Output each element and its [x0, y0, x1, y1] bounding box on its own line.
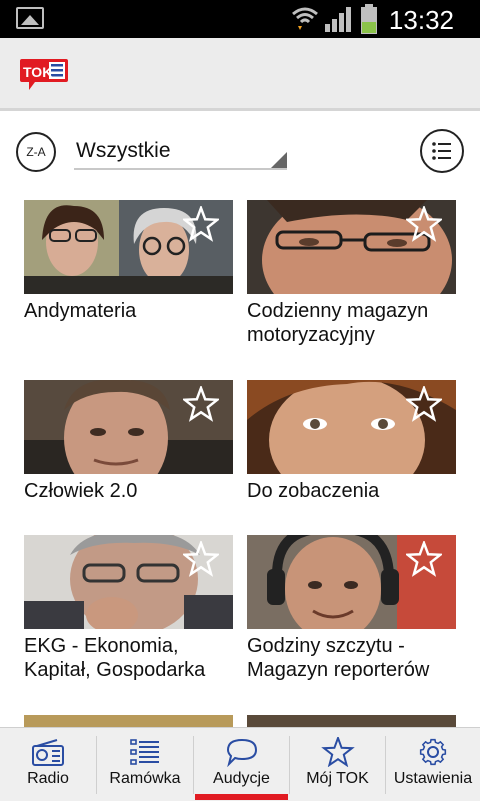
- logo-text: TOK: [23, 64, 52, 80]
- list-view-button[interactable]: [420, 129, 464, 173]
- favorite-star-icon[interactable]: [406, 386, 442, 422]
- gear-icon: [419, 738, 447, 766]
- program-card[interactable]: Codzienny magazyn motoryzacyjny: [247, 200, 456, 347]
- list-icon: [432, 142, 451, 160]
- bottom-navigation: Radio Ramówka Audycje Mój TOK Ustawienia: [0, 727, 480, 801]
- program-thumbnail: [24, 715, 233, 727]
- program-card[interactable]: Do zobaczenia: [247, 380, 456, 503]
- favorite-star-icon[interactable]: [406, 541, 442, 577]
- star-icon: [320, 737, 355, 767]
- favorite-star-icon[interactable]: [183, 386, 219, 422]
- program-card[interactable]: Andymateria: [24, 200, 233, 323]
- program-title: EKG - Ekonomia, Kapitał, Gospodarka: [24, 635, 206, 681]
- active-tab-indicator: [195, 794, 288, 800]
- program-card[interactable]: Godziny szczytu - Magazyn reporterów: [247, 535, 456, 682]
- program-card[interactable]: Człowiek 2.0: [24, 380, 233, 503]
- favorite-star-icon[interactable]: [183, 206, 219, 242]
- program-title: Codzienny magazyn motoryzacyjny: [247, 300, 429, 346]
- radio-icon: [32, 739, 64, 766]
- nav-item-ramowka[interactable]: Ramówka: [97, 728, 193, 801]
- signal-icon: [325, 7, 351, 32]
- tok-logo-icon[interactable]: TOK: [19, 56, 69, 92]
- program-title: Człowiek 2.0: [24, 480, 138, 502]
- nav-label: Audycje: [213, 770, 270, 787]
- battery-icon: [361, 4, 377, 34]
- program-title: Andymateria: [24, 300, 137, 322]
- dropdown-arrow-icon: [271, 152, 287, 168]
- wifi-icon: [292, 7, 318, 30]
- favorite-star-icon[interactable]: [183, 541, 219, 577]
- nav-label: Ramówka: [109, 770, 181, 787]
- program-title: Do zobaczenia: [247, 480, 380, 502]
- filter-bar: Z-A Wszystkie: [0, 111, 480, 197]
- program-card[interactable]: [247, 715, 456, 727]
- status-bar: 13:32: [0, 0, 480, 38]
- speech-bubble-icon: [226, 738, 257, 767]
- app-bar: TOK: [0, 38, 480, 111]
- schedule-list-icon: [130, 739, 159, 765]
- sort-button[interactable]: Z-A: [16, 132, 56, 172]
- nav-item-audycje[interactable]: Audycje: [194, 728, 289, 801]
- program-card[interactable]: EKG - Ekonomia, Kapitał, Gospodarka: [24, 535, 233, 682]
- program-thumbnail: [24, 200, 233, 294]
- category-select-value: Wszystkie: [76, 139, 171, 162]
- programs-grid: Andymateria Codzienny magazyn motoryzacy…: [0, 197, 480, 727]
- nav-label: Mój TOK: [306, 770, 369, 787]
- program-card[interactable]: [24, 715, 233, 727]
- program-thumbnail: [247, 380, 456, 474]
- program-title: Godziny szczytu - Magazyn reporterów: [247, 635, 430, 681]
- program-thumbnail: [24, 535, 233, 629]
- program-thumbnail: [247, 200, 456, 294]
- program-thumbnail: [247, 715, 456, 727]
- program-thumbnail: [247, 535, 456, 629]
- category-select[interactable]: Wszystkie: [74, 137, 287, 170]
- nav-item-moj-tok[interactable]: Mój TOK: [290, 728, 385, 801]
- nav-item-radio[interactable]: Radio: [0, 728, 96, 801]
- favorite-star-icon[interactable]: [406, 206, 442, 242]
- program-thumbnail: [24, 380, 233, 474]
- nav-label: Ustawienia: [393, 770, 473, 787]
- nav-label: Radio: [27, 770, 69, 787]
- gallery-notification-icon: [16, 7, 44, 29]
- nav-item-ustawienia[interactable]: Ustawienia: [386, 728, 480, 801]
- status-time: 13:32: [388, 5, 454, 35]
